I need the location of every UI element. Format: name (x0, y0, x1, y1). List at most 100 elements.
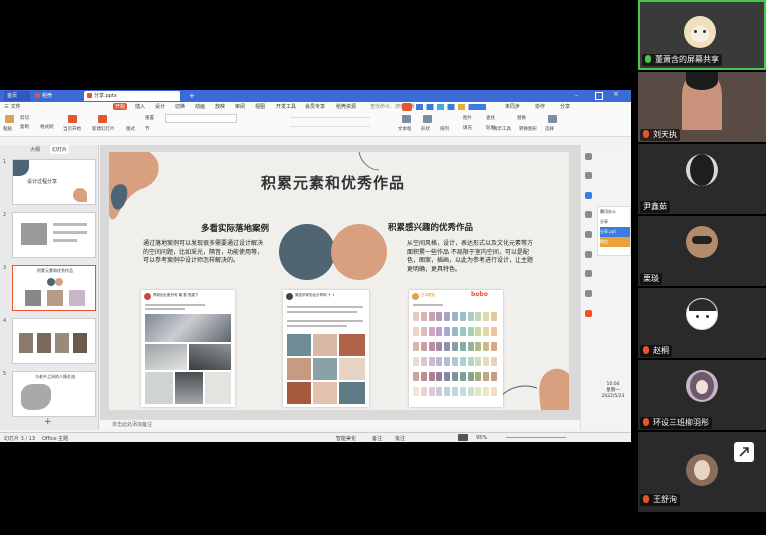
replace-button[interactable]: 替换 (517, 115, 526, 121)
paste-button[interactable]: 粘贴 (3, 126, 12, 132)
style-icon[interactable] (585, 172, 592, 179)
wechat-label[interactable]: 微信 (600, 237, 630, 247)
menu-animation[interactable]: 动画 (195, 103, 205, 110)
menu-member[interactable]: 会员专享 (305, 103, 325, 110)
format-painter-button[interactable]: 格式刷 (40, 124, 54, 130)
tab-slides[interactable]: 幻灯片 (50, 145, 70, 154)
color-swatch (436, 357, 443, 366)
fill-button[interactable]: 填充 (463, 125, 472, 131)
participant-tile[interactable]: 环设三班柳羽彤 (638, 360, 766, 430)
find-button[interactable]: 查找 (486, 115, 495, 121)
shape-icon[interactable] (423, 115, 432, 123)
new-slide-button[interactable]: 新建幻灯片 (92, 126, 115, 132)
smart-beautify-button[interactable]: 智能美化 (336, 435, 356, 442)
color-swatch (483, 342, 490, 351)
magic-icon[interactable] (585, 192, 592, 199)
shape-button[interactable]: 形状 (421, 126, 430, 132)
presenter-tools-button[interactable]: 演示工具 (493, 126, 511, 132)
notes-pane[interactable]: 单击此处添加备注 (100, 419, 580, 429)
tencent-office-label[interactable]: 腾讯办公 (600, 207, 630, 217)
menu-review[interactable]: 审阅 (235, 103, 245, 110)
menu-insert[interactable]: 插入 (135, 103, 145, 110)
menu-docer-resources[interactable]: 稻壳资源 (336, 103, 356, 110)
maximize-icon[interactable] (595, 92, 603, 100)
color-swatch (467, 387, 474, 396)
cut-button[interactable]: 剪切 (20, 115, 29, 121)
font-name-select[interactable] (165, 114, 237, 123)
color-swatch (420, 357, 427, 366)
help-icon[interactable] (585, 310, 592, 317)
participant-tile[interactable]: 刘天执 (638, 72, 766, 142)
convert-shape-button[interactable]: 转换图形 (519, 126, 537, 132)
share-button[interactable]: 分享 (560, 103, 570, 110)
add-slide-icon[interactable]: + (44, 417, 52, 427)
thumbnail-slide-1[interactable]: 设计过程分享 (12, 159, 96, 205)
menu-start[interactable]: 开始 (113, 103, 128, 110)
case-card-middle[interactable]: 微信学家协会分享网 十 1 (283, 290, 369, 407)
right-heading[interactable]: 积累感兴趣的优秀作品 (388, 221, 473, 233)
reset-button[interactable]: 重置 (145, 115, 154, 121)
left-heading[interactable]: 多看实际落地案例 (201, 222, 269, 234)
left-paragraph[interactable]: 通过落地案例可以发现很多需要通过设计解决的空间问题，比如采光，隔音，功能使用等，… (143, 240, 267, 266)
menu-transition[interactable]: 切换 (175, 103, 185, 110)
notes-toggle-button[interactable]: 备注 (372, 435, 382, 442)
menu-design[interactable]: 设计 (155, 103, 165, 110)
participant-tile-presenter[interactable]: 董萧含的屏幕共享 (638, 0, 766, 70)
new-slide-icon[interactable] (98, 115, 107, 123)
paragraph-format-buttons[interactable] (290, 114, 370, 132)
select-button[interactable]: 选择 (545, 126, 554, 132)
participant-tile[interactable]: 尹鑫茹 (638, 144, 766, 214)
backup-icon[interactable] (585, 251, 592, 258)
thumbnail-slide-5[interactable]: 与老乡之间的人情交流 (12, 371, 96, 417)
zoom-level[interactable]: 95% (476, 435, 487, 441)
file-label[interactable]: 分享.ppt (600, 227, 630, 237)
tab-outline[interactable]: 大纲 (30, 146, 40, 153)
font-format-buttons[interactable] (165, 124, 285, 132)
collaborate-button[interactable]: 协作 (535, 103, 545, 110)
color-swatch (444, 387, 451, 396)
thumbnail-slide-2[interactable] (12, 212, 96, 258)
image-button[interactable]: 图片 (463, 115, 472, 121)
layout-button[interactable]: 版式 (126, 126, 135, 132)
copy-button[interactable]: 复制 (20, 124, 29, 130)
participant-tile[interactable]: 栗琰 (638, 216, 766, 286)
text-box-button[interactable]: 文本框 (398, 126, 412, 132)
tab-home[interactable]: 首页 (4, 91, 30, 101)
thumbnail-slide-4[interactable] (12, 318, 96, 364)
menu-file[interactable]: 三 文件 (4, 103, 21, 110)
select-icon[interactable] (548, 115, 557, 123)
animation-icon[interactable] (585, 211, 592, 218)
tools-icon[interactable] (585, 270, 592, 277)
menu-slideshow[interactable]: 放映 (215, 103, 225, 110)
menu-view[interactable]: 视图 (255, 103, 265, 110)
participant-tile[interactable]: 王舒洵 (638, 432, 766, 512)
thumbnail-tabs: 大纲 幻灯片 (0, 145, 98, 154)
tab-pptx-file[interactable]: 分享.pptx (84, 91, 180, 101)
paste-icon[interactable] (5, 115, 14, 123)
palette-card-right[interactable]: 日本配色 bobo (409, 290, 503, 407)
text-box-icon[interactable] (402, 115, 411, 123)
close-icon[interactable]: × (613, 90, 619, 98)
pin-icon[interactable] (585, 153, 592, 160)
from-current-slide-button[interactable]: 当页开始 (63, 126, 81, 132)
minimize-icon[interactable]: – (575, 92, 583, 100)
participant-tile[interactable]: 赵桐 (638, 288, 766, 358)
expand-panel-icon[interactable] (734, 442, 754, 462)
settings-icon[interactable] (585, 231, 592, 238)
menu-developer[interactable]: 开发工具 (276, 103, 296, 110)
slide-title[interactable]: 积累元素和优秀作品 (261, 172, 405, 193)
new-tab-button[interactable]: + (186, 91, 196, 101)
right-paragraph[interactable]: 从空间风格，设计，表达形式以及文化元素等方面积累一些作品 不局限于室内空间，可以… (407, 240, 537, 274)
arrange-button[interactable]: 排列 (440, 126, 449, 132)
zoom-slider[interactable] (506, 437, 566, 438)
sync-status[interactable]: 未同步 (505, 103, 520, 110)
section-button[interactable]: 节 (145, 126, 150, 132)
play-from-current-icon[interactable] (68, 115, 77, 123)
play-slideshow-icon[interactable] (458, 434, 468, 441)
share-panel-icon[interactable] (585, 290, 592, 297)
share-label[interactable]: 分享 (600, 217, 630, 227)
comment-toggle-button[interactable]: 批注 (395, 435, 405, 442)
case-card-left[interactable]: 青新创业股份有 最 整 恒建下 (141, 290, 235, 407)
tab-docer[interactable]: 稻壳 (32, 91, 72, 101)
thumbnail-slide-3[interactable]: 积累元素和优秀作品 (12, 265, 96, 311)
